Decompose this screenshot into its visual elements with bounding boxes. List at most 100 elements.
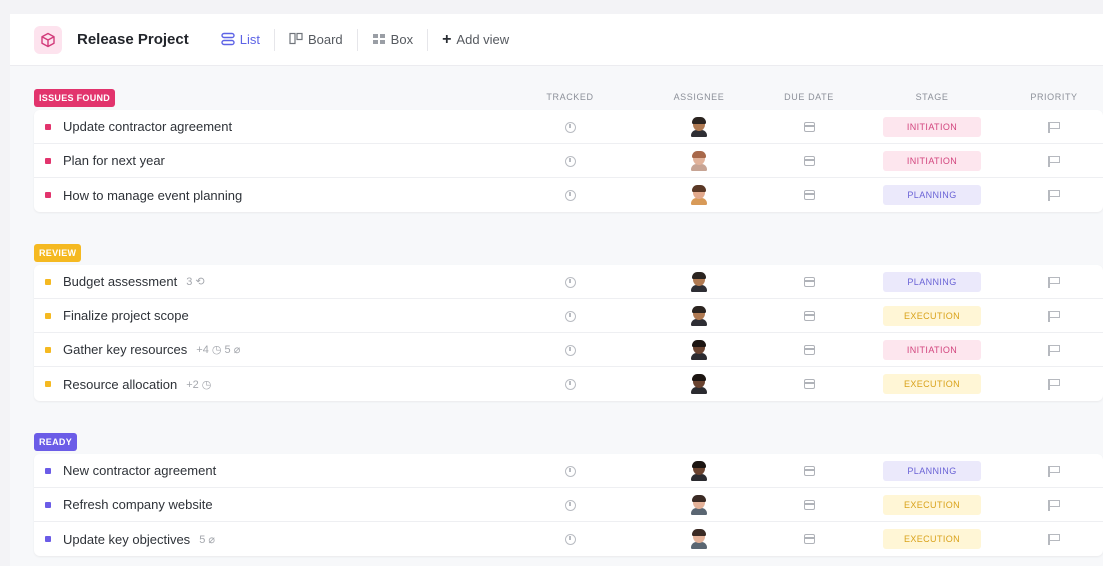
tracked-cell[interactable] xyxy=(544,333,596,367)
tab-board[interactable]: Board xyxy=(275,28,358,51)
task-name[interactable]: Finalize project scope xyxy=(63,308,189,323)
task-name[interactable]: How to manage event planning xyxy=(63,188,242,203)
due-date-cell[interactable] xyxy=(784,522,834,556)
priority-cell[interactable] xyxy=(1032,178,1076,212)
stage-cell[interactable]: INITIATION xyxy=(882,144,982,178)
task-name[interactable]: Update contractor agreement xyxy=(63,119,232,134)
column-header-stage[interactable]: STAGE xyxy=(892,92,972,102)
tracked-cell[interactable] xyxy=(544,265,596,299)
add-view-button[interactable]: + Add view xyxy=(428,29,523,51)
assignee-cell[interactable] xyxy=(674,144,724,178)
tab-list[interactable]: List xyxy=(207,28,275,51)
assignee-cell[interactable] xyxy=(674,299,724,333)
due-date-cell[interactable] xyxy=(784,265,834,299)
stage-badge[interactable]: PLANNING xyxy=(883,185,981,205)
stage-badge[interactable]: PLANNING xyxy=(883,461,981,481)
task-row[interactable]: New contractor agreement PLANNING xyxy=(34,454,1103,488)
priority-cell[interactable] xyxy=(1032,454,1076,488)
stage-badge[interactable]: EXECUTION xyxy=(883,495,981,515)
stage-badge[interactable]: INITIATION xyxy=(883,117,981,137)
flag-icon xyxy=(1048,310,1060,322)
stage-cell[interactable]: PLANNING xyxy=(882,265,982,299)
status-dot-icon xyxy=(45,346,51,353)
tab-box[interactable]: Box xyxy=(358,28,429,51)
task-name[interactable]: Gather key resources xyxy=(63,342,187,357)
due-date-cell[interactable] xyxy=(784,333,834,367)
stage-cell[interactable]: INITIATION xyxy=(882,110,982,144)
calendar-icon xyxy=(803,379,815,389)
priority-cell[interactable] xyxy=(1032,333,1076,367)
due-date-cell[interactable] xyxy=(784,144,834,178)
stage-cell[interactable]: EXECUTION xyxy=(882,488,982,522)
tracked-cell[interactable] xyxy=(544,454,596,488)
due-date-cell[interactable] xyxy=(784,454,834,488)
assignee-cell[interactable] xyxy=(674,488,724,522)
assignee-cell[interactable] xyxy=(674,454,724,488)
task-name[interactable]: Plan for next year xyxy=(63,153,165,168)
stage-badge[interactable]: INITIATION xyxy=(883,340,981,360)
task-name[interactable]: Resource allocation xyxy=(63,377,177,392)
priority-cell[interactable] xyxy=(1032,110,1076,144)
flag-icon xyxy=(1048,189,1060,201)
tracked-cell[interactable] xyxy=(544,178,596,212)
due-date-cell[interactable] xyxy=(784,110,834,144)
stage-cell[interactable]: EXECUTION xyxy=(882,299,982,333)
group-status-badge[interactable]: READY xyxy=(34,433,78,451)
stage-cell[interactable]: EXECUTION xyxy=(882,522,982,556)
task-row[interactable]: Refresh company website EXECUTION xyxy=(34,488,1103,522)
cube-icon[interactable] xyxy=(34,25,62,54)
tracked-cell[interactable] xyxy=(544,299,596,333)
stage-cell[interactable]: PLANNING xyxy=(882,454,982,488)
priority-cell[interactable] xyxy=(1032,144,1076,178)
stage-badge[interactable]: EXECUTION xyxy=(883,306,981,326)
task-row[interactable]: Gather key resources +4 ◷ 5 ⌀ INITIATION xyxy=(34,333,1103,367)
task-row[interactable]: Budget assessment 3 ⟲ PLANNING xyxy=(34,265,1103,299)
priority-cell[interactable] xyxy=(1032,299,1076,333)
column-header-assignee[interactable]: ASSIGNEE xyxy=(659,92,739,102)
assignee-cell[interactable] xyxy=(674,367,724,401)
task-row[interactable]: Update key objectives 5 ⌀ EXECUTION xyxy=(34,522,1103,556)
priority-cell[interactable] xyxy=(1032,488,1076,522)
priority-cell[interactable] xyxy=(1032,522,1076,556)
stage-cell[interactable]: INITIATION xyxy=(882,333,982,367)
task-row[interactable]: How to manage event planning PLANNING xyxy=(34,178,1103,212)
avatar-body xyxy=(691,198,707,205)
tracked-cell[interactable] xyxy=(544,488,596,522)
task-name[interactable]: New contractor agreement xyxy=(63,463,216,478)
due-date-cell[interactable] xyxy=(784,178,834,212)
assignee-cell[interactable] xyxy=(674,265,724,299)
priority-cell[interactable] xyxy=(1032,367,1076,401)
task-row[interactable]: Finalize project scope EXECUTION xyxy=(34,299,1103,333)
priority-cell[interactable] xyxy=(1032,265,1076,299)
due-date-cell[interactable] xyxy=(784,299,834,333)
assignee-cell[interactable] xyxy=(674,110,724,144)
flag-icon xyxy=(1048,121,1060,133)
due-date-cell[interactable] xyxy=(784,367,834,401)
column-header-priority[interactable]: PRIORITY xyxy=(1014,92,1094,102)
stage-badge[interactable]: EXECUTION xyxy=(883,374,981,394)
due-date-cell[interactable] xyxy=(784,488,834,522)
assignee-cell[interactable] xyxy=(674,333,724,367)
assignee-cell[interactable] xyxy=(674,178,724,212)
tracked-cell[interactable] xyxy=(544,110,596,144)
column-header-tracked[interactable]: TRACKED xyxy=(530,92,610,102)
stage-cell[interactable]: EXECUTION xyxy=(882,367,982,401)
task-row[interactable]: Resource allocation +2 ◷ EXECUTION xyxy=(34,367,1103,401)
tracked-cell[interactable] xyxy=(544,144,596,178)
stage-badge[interactable]: PLANNING xyxy=(883,272,981,292)
task-row[interactable]: Update contractor agreement INITIATION xyxy=(34,110,1103,144)
task-name[interactable]: Update key objectives xyxy=(63,532,190,547)
tracked-cell[interactable] xyxy=(544,367,596,401)
clock-icon xyxy=(564,310,576,322)
tracked-cell[interactable] xyxy=(544,522,596,556)
task-name[interactable]: Budget assessment xyxy=(63,274,177,289)
column-header-due-date[interactable]: DUE DATE xyxy=(769,92,849,102)
group-status-badge[interactable]: ISSUES FOUND xyxy=(34,89,116,107)
task-name[interactable]: Refresh company website xyxy=(63,497,213,512)
task-row[interactable]: Plan for next year INITIATION xyxy=(34,144,1103,178)
stage-cell[interactable]: PLANNING xyxy=(882,178,982,212)
stage-badge[interactable]: INITIATION xyxy=(883,151,981,171)
group-status-badge[interactable]: REVIEW xyxy=(34,244,82,262)
stage-badge[interactable]: EXECUTION xyxy=(883,529,981,549)
assignee-cell[interactable] xyxy=(674,522,724,556)
